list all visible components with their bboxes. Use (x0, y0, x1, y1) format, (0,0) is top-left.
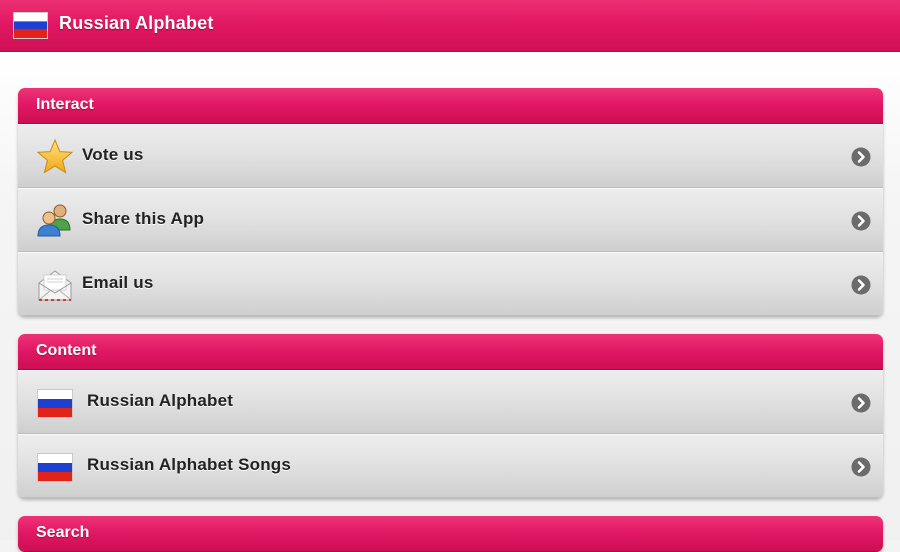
share-app-item[interactable]: Share this App (18, 188, 883, 252)
chevron-right-icon (851, 275, 871, 295)
email-us-label: Email us (82, 273, 154, 292)
section-header-content: Content (18, 334, 883, 370)
app-title: Russian Alphabet (59, 13, 214, 33)
russian-alphabet-songs-item[interactable]: Russian Alphabet Songs (18, 434, 883, 498)
section-interact: Interact Vote us Share this App Email us (18, 88, 883, 316)
section-content: Content Russian Alphabet Russian Alphabe… (18, 334, 883, 498)
russian-flag-icon (37, 453, 73, 482)
chevron-right-icon (851, 457, 871, 477)
chevron-right-icon (851, 147, 871, 167)
email-us-item[interactable]: Email us (18, 252, 883, 316)
app-header: Russian Alphabet (0, 0, 900, 52)
russian-flag-icon (37, 389, 73, 418)
chevron-right-icon (851, 211, 871, 231)
section-search: Search (18, 516, 883, 552)
section-header-interact: Interact (18, 88, 883, 124)
russian-alphabet-item[interactable]: Russian Alphabet (18, 370, 883, 434)
vote-us-item[interactable]: Vote us (18, 124, 883, 188)
russian-flag-icon (13, 12, 48, 39)
section-header-search: Search (18, 516, 883, 552)
russian-alphabet-songs-label: Russian Alphabet Songs (87, 455, 292, 474)
users-icon (37, 204, 71, 237)
star-icon (36, 138, 74, 174)
vote-us-label: Vote us (82, 145, 144, 164)
russian-alphabet-label: Russian Alphabet (87, 391, 234, 410)
envelope-icon (38, 270, 72, 301)
share-app-label: Share this App (82, 209, 205, 228)
chevron-right-icon (851, 393, 871, 413)
